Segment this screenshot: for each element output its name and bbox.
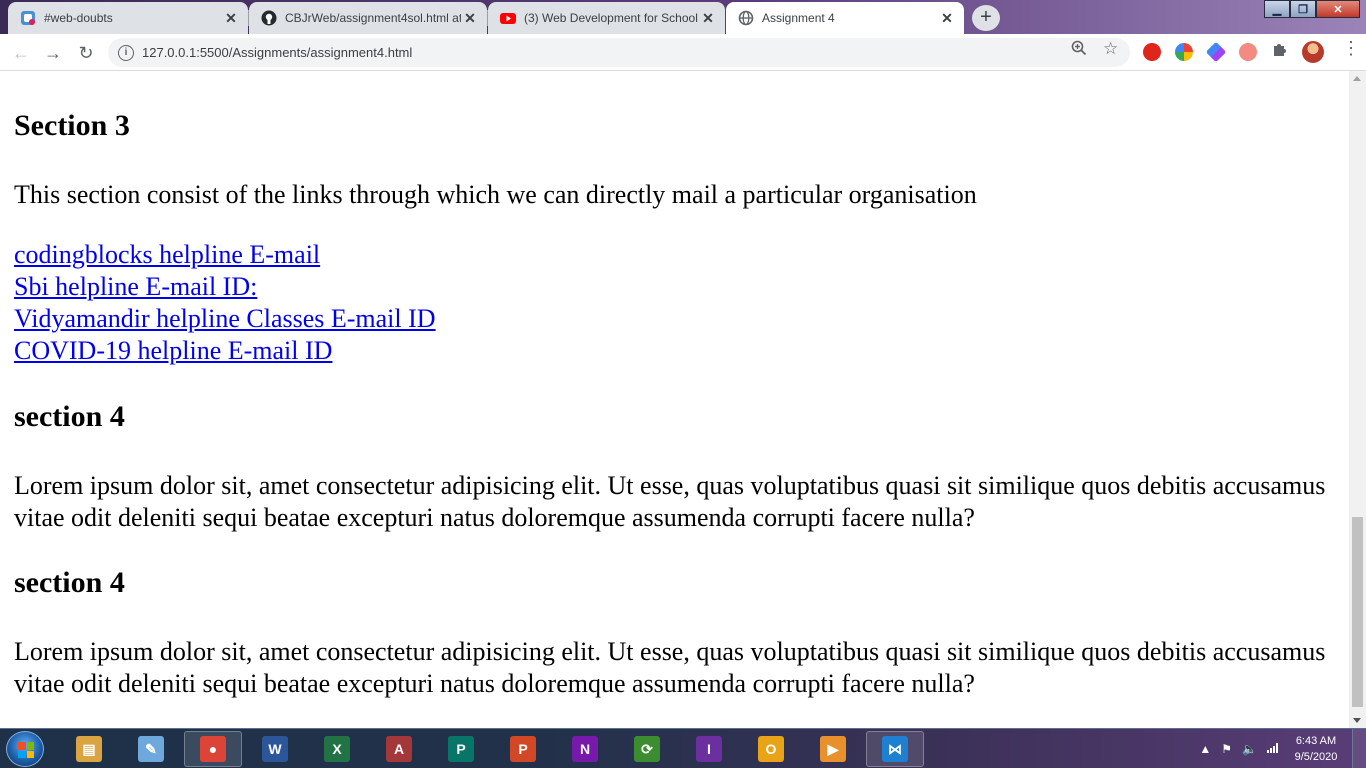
tab-close-icon[interactable]: ✕: [461, 9, 479, 27]
github-icon: [261, 10, 277, 26]
file-explorer-icon: ▤: [76, 736, 102, 762]
section-4-heading-repeat: section 4: [14, 566, 125, 599]
tab-close-icon[interactable]: ✕: [222, 9, 240, 27]
start-button[interactable]: [6, 731, 44, 767]
taskbar-onenote-button[interactable]: N: [556, 731, 614, 767]
maximize-icon[interactable]: ❐: [1290, 0, 1316, 18]
tab-github[interactable]: CBJrWeb/assignment4sol.html at ✕: [249, 2, 487, 34]
address-bar[interactable]: i 127.0.0.1:5500/Assignments/assignment4…: [108, 38, 1130, 67]
windows-taskbar: ▤ ✎ ● W X A P P N ⟳ I O ▶ ⋈ ▲ ⚑ 🔈 6:43 AM 9/5/2020: [0, 728, 1366, 768]
opera-extension-icon[interactable]: [1143, 43, 1161, 61]
address-url: 127.0.0.1:5500/Assignments/assignment4.h…: [142, 45, 413, 60]
access-icon: A: [386, 736, 412, 762]
browser-toolbar: ← → ↻ i 127.0.0.1:5500/Assignments/assig…: [0, 34, 1366, 71]
taskbar-access-button[interactable]: A: [370, 731, 428, 767]
slack-icon: [20, 10, 36, 26]
clock-time: 6:43 AM: [1295, 735, 1337, 747]
browser-tab-strip: #web-doubts ✕ CBJrWeb/assignment4sol.htm…: [0, 0, 1366, 34]
section-3-paragraph: This section consist of the links throug…: [14, 180, 977, 209]
tab-close-icon[interactable]: ✕: [699, 9, 717, 27]
tab-title: #web-doubts: [44, 11, 113, 25]
vscode-icon: ⋈: [882, 736, 908, 762]
zoom-icon[interactable]: [1071, 40, 1087, 60]
system-tray: ▲ ⚑ 🔈 6:43 AM 9/5/2020: [1194, 729, 1366, 768]
taskbar-outlook-button[interactable]: O: [742, 731, 800, 767]
sbi-mail-link[interactable]: Sbi helpline E-mail ID:: [14, 271, 257, 303]
network-icon[interactable]: [1267, 742, 1279, 756]
arrow-extension-icon[interactable]: [1205, 41, 1227, 63]
section-4-paragraph: Lorem ipsum dolor sit, amet consectetur …: [14, 471, 1326, 532]
action-center-flag-icon[interactable]: ⚑: [1221, 742, 1232, 756]
taskbar-clock[interactable]: 6:43 AM 9/5/2020: [1284, 733, 1348, 765]
globe-icon: [738, 10, 754, 26]
tab-youtube[interactable]: (3) Web Development for School ✕: [488, 2, 725, 34]
codingblocks-mail-link[interactable]: codingblocks helpline E-mail: [14, 239, 320, 271]
scroll-up-arrow-icon[interactable]: [1353, 76, 1361, 81]
taskbar-vscode-button[interactable]: ⋈: [866, 731, 924, 767]
taskbar-excel-button[interactable]: X: [308, 731, 366, 767]
volume-icon[interactable]: 🔈: [1242, 742, 1257, 756]
profile-avatar[interactable]: [1302, 41, 1324, 63]
scroll-down-arrow-icon[interactable]: [1353, 718, 1361, 723]
tab-title: (3) Web Development for School: [524, 11, 698, 25]
publisher-icon: P: [448, 736, 474, 762]
covid19-mail-link[interactable]: COVID-19 helpline E-mail ID: [14, 335, 332, 367]
taskbar-chrome-button[interactable]: ●: [184, 731, 242, 767]
back-arrow-icon[interactable]: ←: [8, 40, 34, 66]
tab-assignment-4[interactable]: Assignment 4 ✕: [726, 2, 964, 34]
puzzle-extensions-icon[interactable]: [1271, 41, 1287, 61]
tab-web-doubts[interactable]: #web-doubts ✕: [8, 2, 248, 34]
show-hidden-icons-icon[interactable]: ▲: [1199, 742, 1211, 756]
tab-close-icon[interactable]: ✕: [938, 9, 956, 27]
section-3-heading: Section 3: [14, 109, 130, 142]
site-info-icon[interactable]: i: [118, 44, 134, 61]
section-4-paragraph-repeat: Lorem ipsum dolor sit, amet consectetur …: [14, 637, 1326, 698]
colorful-extension-icon[interactable]: [1175, 43, 1193, 61]
taskbar-file-explorer-button[interactable]: ▤: [60, 731, 118, 767]
taskbar-powerpoint-button[interactable]: P: [494, 731, 552, 767]
taskbar-notepad-button[interactable]: ✎: [122, 731, 180, 767]
vidyamandir-mail-link[interactable]: Vidyamandir helpline Classes E-mail ID: [14, 303, 436, 335]
onenote-icon: N: [572, 736, 598, 762]
page-content: Section 3 This section consist of the li…: [0, 71, 1349, 728]
tab-title: CBJrWeb/assignment4sol.html at: [285, 11, 461, 25]
taskbar-word-button[interactable]: W: [246, 731, 304, 767]
close-window-icon[interactable]: ✕: [1316, 0, 1360, 18]
minimize-icon[interactable]: ▁: [1264, 0, 1290, 18]
tab-title: Assignment 4: [762, 11, 835, 25]
notepad-icon: ✎: [138, 736, 164, 762]
scroll-thumb[interactable]: [1352, 517, 1363, 707]
menu-kebab-icon[interactable]: ⋮: [1342, 38, 1360, 59]
forward-arrow-icon[interactable]: →: [40, 40, 66, 66]
word-icon: W: [262, 736, 288, 762]
sync-icon: ⟳: [634, 736, 660, 762]
bookmark-star-icon[interactable]: ☆: [1103, 39, 1118, 59]
taskbar-media-player-button[interactable]: ▶: [804, 731, 862, 767]
reload-icon[interactable]: ↻: [73, 40, 99, 66]
window-controls: ▁ ❐ ✕: [1264, 0, 1360, 18]
taskbar-infopath-button[interactable]: I: [680, 731, 738, 767]
excel-icon: X: [324, 736, 350, 762]
taskbar-sync-button[interactable]: ⟳: [618, 731, 676, 767]
section-4-heading: section 4: [14, 400, 125, 433]
media-player-icon: ▶: [820, 736, 846, 762]
show-desktop-button[interactable]: [1352, 729, 1366, 768]
clock-date: 9/5/2020: [1294, 751, 1338, 763]
taskbar-publisher-button[interactable]: P: [432, 731, 490, 767]
new-tab-button[interactable]: +: [972, 5, 1000, 31]
face-extension-icon[interactable]: [1239, 43, 1257, 61]
chrome-icon: ●: [200, 736, 226, 762]
outlook-icon: O: [758, 736, 784, 762]
youtube-icon: [500, 10, 516, 26]
infopath-icon: I: [696, 736, 722, 762]
windows-logo-icon: [18, 742, 34, 758]
powerpoint-icon: P: [510, 736, 536, 762]
page-scrollbar[interactable]: [1349, 71, 1366, 728]
